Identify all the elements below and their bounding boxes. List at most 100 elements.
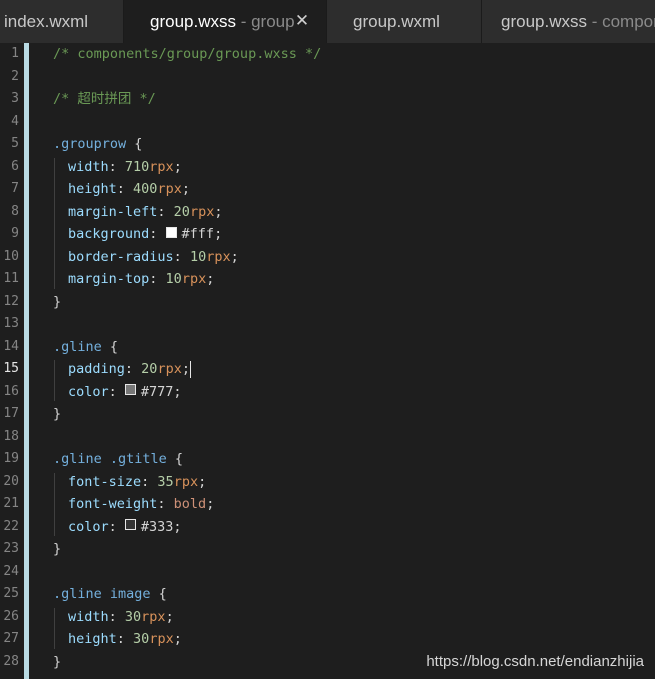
code-token: ; [173,383,182,400]
code-token: { [101,338,119,355]
code-token: .gline .gtitle [53,451,167,467]
code-token: : [108,608,125,625]
code-area[interactable]: 1 2 3 4 5 6 7 8 9 10 11 12 13 14 15 16 17 18 19 20 21 22 23 24 2… [0,43,655,679]
line-number: 5 [11,136,19,151]
code-line[interactable]: } [53,538,61,561]
code-line[interactable]: } [53,291,61,314]
line-number: 18 [3,428,19,444]
code-line[interactable]: /* 超时拼团 */ [53,88,156,111]
code-line[interactable]: margin-top: 10rpx; [68,268,214,291]
code-line[interactable]: width: 30rpx; [68,606,174,629]
code-token: rpx [157,181,182,197]
code-token: /* 超时拼团 */ [53,91,156,107]
indent-guide [54,607,55,649]
code-line[interactable]: .gline image { [53,583,167,606]
code-token: : [108,383,125,400]
code-token: ; [198,473,207,490]
tab-3[interactable]: group.wxml [327,0,482,43]
code-line[interactable]: margin-left: 20rpx; [68,201,222,224]
code-line[interactable]: font-size: 35rpx; [68,471,206,494]
code-token: : [149,226,166,242]
line-number: 24 [3,563,19,579]
code-token: margin-top [68,271,150,287]
code-token: rpx [206,248,231,265]
code-line[interactable]: .grouprow { [53,133,142,156]
code-token: : [157,496,174,512]
code-token: rpx [157,361,182,377]
tab-bar: index.wxml group.wxss - group ✕ group.wxml g… [0,0,655,43]
code-token: } [53,541,62,557]
line-number: 26 [3,608,19,624]
tab-1[interactable]: index.wxml [0,0,124,43]
line-number: 7 [11,181,19,196]
code-token: ; [214,226,223,242]
line-number: 28 [3,653,19,669]
line-number: 1 [11,46,19,61]
code-token: : [141,473,158,490]
line-number: 21 [3,496,19,511]
line-number: 19 [3,451,19,466]
code-token: bold [173,496,207,512]
line-number-gutter: 1 2 3 4 5 6 7 8 9 10 11 12 13 14 15 16 17 18 19 20 21 22 23 24 2… [0,43,24,679]
code-line[interactable]: width: 710rpx; [68,156,182,179]
code-line[interactable]: height: 30rpx; [68,628,182,651]
code-token: #777 [140,383,174,400]
code-token: #333 [140,518,174,535]
line-number: 25 [3,586,19,601]
code-token: ; [206,271,215,287]
tab-label: index.wxml [4,12,89,31]
code-line[interactable]: color: #333; [68,516,182,539]
color-swatch[interactable] [124,384,136,395]
code-token: { [126,136,143,152]
code-line[interactable]: border-radius: 10rpx; [68,246,239,269]
code-token: width [68,158,109,175]
code-token: ; [181,181,190,197]
code-token: font-size [68,473,142,490]
code-token: 30 [133,631,150,647]
line-number: 11 [3,271,19,286]
color-swatch[interactable] [165,226,177,238]
code-token: margin-left [68,203,158,220]
code-line[interactable]: height: 400rpx; [68,178,190,201]
color-swatch[interactable] [124,519,136,530]
code-line[interactable]: padding: 20rpx; [68,358,191,381]
code-token: } [53,653,62,670]
code-line[interactable]: font-weight: bold; [68,493,214,516]
tab-folder-hint: - group [235,12,295,31]
code-line[interactable]: .gline .gtitle { [53,448,183,471]
code-token: 10 [165,271,182,287]
code-line[interactable]: /* components/group/group.wxss */ [53,43,321,66]
code-token: : [157,203,174,220]
line-number: 15 [3,361,19,376]
code-token: width [68,608,109,625]
code-token: font-weight [68,496,158,512]
tab-label: group.wxss [501,12,587,31]
code-token: .gline [53,338,102,355]
tab-2[interactable]: group.wxss - group ✕ [124,0,327,43]
line-number: 9 [11,226,19,241]
line-number: 17 [3,406,19,421]
indent-guide [54,472,55,536]
line-number: 13 [3,316,19,331]
code-token: ; [173,158,182,175]
line-number: 10 [3,248,19,264]
line-number: 23 [3,541,19,556]
code-token: 20 [141,361,158,377]
watermark-text: https://blog.csdn.net/endianzhijia [426,653,644,670]
code-line[interactable]: } [53,651,61,674]
tab-4[interactable]: group.wxss - compon [482,0,655,43]
code-line[interactable]: } [53,403,61,426]
code-token: : [149,271,166,287]
close-icon[interactable]: ✕ [292,0,312,43]
code-line[interactable]: color: #777; [68,381,182,404]
tab-label: group.wxss [150,12,236,31]
code-line[interactable]: .gline { [53,336,118,359]
line-number: 14 [3,338,19,354]
indent-guide [54,157,55,289]
code-token: : [124,361,142,377]
line-number: 22 [3,518,19,534]
line-number: 27 [3,631,19,646]
line-number: 4 [11,113,19,129]
line-number: 8 [11,203,19,219]
code-line[interactable]: background: #fff; [68,223,222,246]
